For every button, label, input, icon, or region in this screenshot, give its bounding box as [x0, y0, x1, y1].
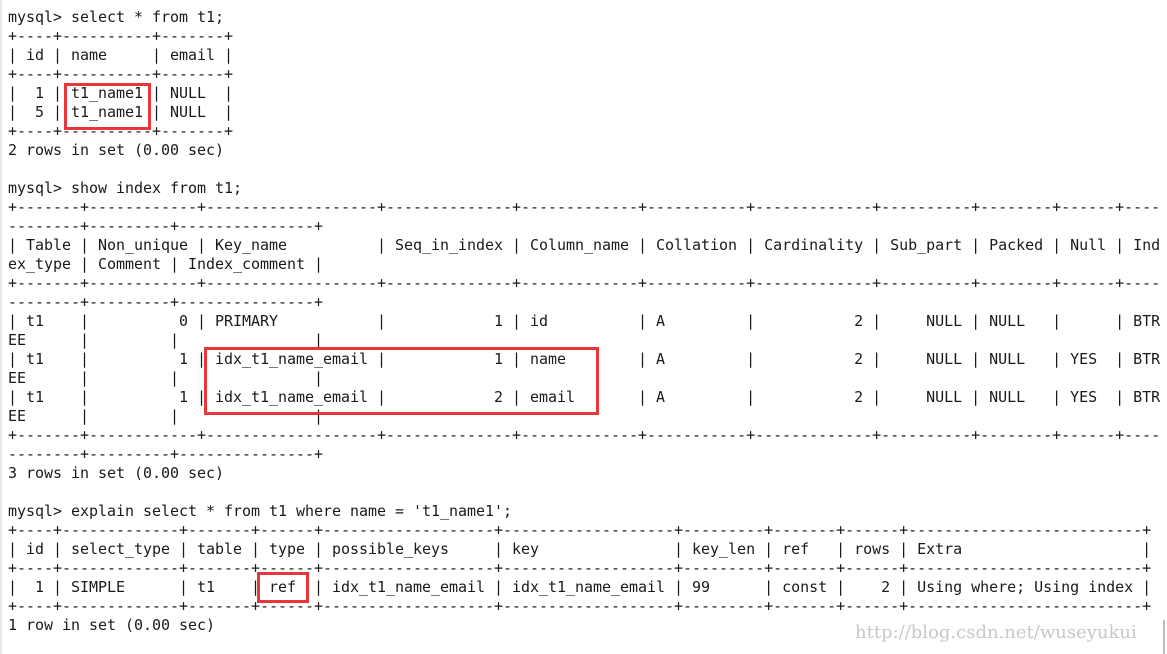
command-line: mysql> show index from t1;	[8, 179, 243, 197]
watermark-url: http://blog.csdn.net/wuseyukui	[855, 622, 1137, 643]
table-row-line: | id | select_type | table | type | poss…	[8, 540, 1152, 558]
table-border-line: --------+---------+---------------+	[8, 293, 324, 311]
table-border-line: +-------+------------+------------------…	[8, 426, 1161, 444]
table-border-line: +-------+------------+------------------…	[8, 198, 1161, 216]
table-row-line	[8, 483, 1160, 502]
table-border-line: +----+-------------+-------+------+-----…	[8, 597, 1152, 615]
table-row-line	[8, 160, 1160, 179]
scrollbar-edge	[1163, 620, 1165, 654]
highlight-box-ref-type	[257, 572, 309, 603]
highlight-box-name-values	[64, 83, 151, 130]
table-row-line: ex_type | Comment | Index_comment |	[8, 255, 324, 273]
table-row-line: | t1 | 0 | PRIMARY | 1 | id | A | 2 | NU…	[8, 312, 1161, 330]
table-row-line: | 1 | SIMPLE | t1 | ref | idx_t1_name_em…	[8, 578, 1152, 596]
terminal-output[interactable]: mysql> select * from t1; +----+----------…	[8, 8, 1160, 635]
table-border-line: --------+---------+---------------+	[8, 217, 324, 235]
highlight-box-composite-index	[204, 347, 599, 415]
result-summary-line: 3 rows in set (0.00 sec)	[8, 464, 225, 482]
table-row-line: | Table | Non_unique | Key_name | Seq_in…	[8, 236, 1161, 254]
table-border-line: +----+----------+-------+	[8, 122, 234, 140]
table-row-line: | id | name | email |	[8, 46, 234, 64]
table-border-line: +-------+------------+------------------…	[8, 274, 1161, 292]
table-border-line: +----+----------+-------+	[8, 27, 234, 45]
table-border-line: +----+----------+-------+	[8, 65, 234, 83]
table-border-line: +----+-------------+-------+------+-----…	[8, 521, 1152, 539]
command-line: mysql> explain select * from t1 where na…	[8, 502, 513, 520]
command-line: mysql> select * from t1;	[8, 8, 225, 26]
table-border-line: +----+-------------+-------+------+-----…	[8, 559, 1152, 577]
table-border-line: --------+---------+---------------+	[8, 445, 324, 463]
result-summary-line: 2 rows in set (0.00 sec)	[8, 141, 225, 159]
table-row-line: | 5 | t1_name1 | NULL |	[8, 103, 234, 121]
table-row-line: | 1 | t1_name1 | NULL |	[8, 84, 234, 102]
window-left-border	[0, 0, 2, 654]
